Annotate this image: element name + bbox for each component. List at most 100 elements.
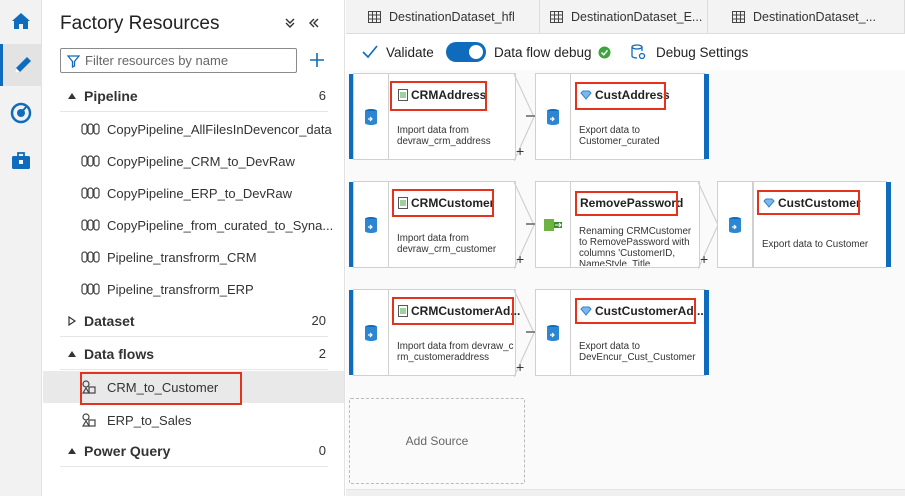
- success-check-icon: [598, 46, 611, 58]
- debug-label: Data flow debug: [494, 44, 592, 60]
- select-type-icon: [535, 181, 571, 268]
- validate-label: Validate: [386, 44, 434, 60]
- pipeline-item[interactable]: Pipeline_transfrorm_ERP: [43, 273, 344, 305]
- checkmark-icon: [362, 45, 378, 59]
- sink-type-icon: [535, 289, 571, 376]
- pipeline-icon: [81, 249, 103, 265]
- sink-type-icon: [717, 181, 753, 268]
- table-icon: [550, 11, 563, 23]
- section-count: 20: [311, 313, 326, 328]
- table-icon: [732, 11, 745, 23]
- node-description: Import data from devraw_crm_customeraddr…: [397, 341, 514, 363]
- item-label: CopyPipeline_ERP_to_DevRaw: [107, 185, 292, 201]
- plus-icon: [310, 53, 324, 67]
- section-label: Power Query: [84, 442, 171, 459]
- expanded-caret-icon: [60, 91, 84, 101]
- tab-label: DestinationDataset_hfl: [389, 10, 515, 24]
- section-dataset[interactable]: Dataset 20: [60, 305, 328, 337]
- left-rail: [0, 0, 42, 496]
- add-step-plus[interactable]: +: [516, 251, 524, 267]
- item-label: CopyPipeline_from_curated_to_Syna...: [107, 217, 334, 233]
- monitor-icon[interactable]: [0, 92, 42, 134]
- filter-placeholder: Filter resources by name: [85, 53, 229, 68]
- debug-settings-button[interactable]: Debug Settings: [630, 34, 748, 70]
- debug-settings-icon: [631, 44, 646, 60]
- item-label: Pipeline_transfrorm_ERP: [107, 281, 254, 297]
- pipeline-item[interactable]: CopyPipeline_from_curated_to_Syna...: [43, 209, 344, 241]
- source-type-icon: [353, 73, 389, 160]
- factory-resources-panel: Factory Resources Filter resources by na…: [43, 0, 345, 496]
- highlight-box: [392, 297, 514, 325]
- node-description: Import data from devraw_crm_address: [397, 125, 491, 147]
- node-description: Import data from devraw_crm_customer: [397, 233, 497, 255]
- pipeline-icon: [81, 185, 103, 201]
- section-data-flows[interactable]: Data flows 2: [60, 338, 328, 370]
- item-label: CopyPipeline_CRM_to_DevRaw: [107, 153, 295, 169]
- node-description: Renaming CRMCustomer to RemovePassword w…: [579, 226, 692, 266]
- pipeline-icon: [81, 281, 103, 297]
- highlight-box: [757, 190, 860, 215]
- section-count: 2: [318, 346, 326, 361]
- tab-destination-dataset[interactable]: DestinationDataset_...: [708, 0, 905, 34]
- dataflow-icon: [81, 412, 103, 428]
- tab-bar: DestinationDataset_hfl DestinationDatase…: [346, 0, 905, 34]
- add-step-plus[interactable]: +: [700, 251, 708, 267]
- section-label: Dataset: [84, 312, 135, 329]
- filter-resources-input[interactable]: Filter resources by name: [60, 48, 297, 73]
- add-step-plus[interactable]: +: [516, 359, 524, 375]
- section-pipeline[interactable]: Pipeline 6: [60, 80, 328, 112]
- table-icon: [368, 11, 381, 23]
- highlight-box: [392, 189, 494, 217]
- pipeline-item[interactable]: CopyPipeline_AllFilesInDevencor_data: [43, 113, 344, 145]
- sink-type-icon: [535, 73, 571, 160]
- author-icon[interactable]: [0, 44, 42, 86]
- section-power-query[interactable]: Power Query 0: [60, 435, 328, 467]
- toolbar: Validate Data flow debug Debug Settings: [346, 34, 905, 70]
- add-source-button[interactable]: Add Source: [349, 398, 525, 484]
- highlight-box: [575, 298, 696, 324]
- node-description: Export data to Customer: [762, 239, 869, 250]
- pipeline-icon: [81, 153, 103, 169]
- item-label: Pipeline_transfrorm_CRM: [107, 249, 257, 265]
- add-resource-button[interactable]: [305, 48, 329, 72]
- node-description: Export data to Customer_curated: [579, 125, 660, 147]
- pipeline-item[interactable]: Pipeline_transfrorm_CRM: [43, 241, 344, 273]
- horizontal-scrollbar[interactable]: [346, 489, 905, 496]
- pipeline-item[interactable]: CopyPipeline_ERP_to_DevRaw: [43, 177, 344, 209]
- item-label: CopyPipeline_AllFilesInDevencor_data: [107, 121, 332, 137]
- sink-accent-bar: [886, 182, 891, 267]
- collapse-panel-icon[interactable]: [305, 14, 323, 32]
- highlight-box: [575, 191, 678, 216]
- validate-button[interactable]: Validate: [362, 34, 434, 70]
- node-description: Export data to DevEncur_Cust_Customer: [579, 341, 696, 363]
- highlight-box: [390, 81, 487, 111]
- data-flow-debug-toggle[interactable]: Data flow debug: [446, 34, 611, 70]
- tab-label: DestinationDataset_...: [753, 10, 876, 24]
- source-type-icon: [353, 289, 389, 376]
- sink-accent-bar: [704, 290, 709, 375]
- pipeline-icon: [81, 121, 103, 137]
- add-step-plus[interactable]: +: [516, 143, 524, 159]
- source-type-icon: [353, 181, 389, 268]
- collapse-all-icon[interactable]: [281, 14, 299, 32]
- pipeline-icon: [81, 217, 103, 233]
- home-icon[interactable]: [0, 0, 42, 42]
- section-count: 6: [318, 88, 326, 103]
- debug-settings-label: Debug Settings: [656, 44, 749, 60]
- highlight-box: [575, 82, 666, 110]
- dataflow-item[interactable]: ERP_to_Sales: [43, 404, 344, 436]
- manage-icon[interactable]: [0, 140, 42, 182]
- toggle-switch[interactable]: [446, 42, 486, 62]
- tab-destination-dataset-e[interactable]: DestinationDataset_E...: [540, 0, 708, 34]
- highlight-box: [80, 372, 242, 405]
- panel-title: Factory Resources: [60, 13, 220, 34]
- collapsed-caret-icon: [60, 446, 84, 456]
- sink-accent-bar: [704, 74, 709, 159]
- pipeline-item[interactable]: CopyPipeline_CRM_to_DevRaw: [43, 145, 344, 177]
- item-label: ERP_to_Sales: [107, 412, 192, 428]
- expanded-caret-icon: [60, 349, 84, 359]
- section-label: Pipeline: [84, 87, 138, 104]
- collapsed-caret-icon: [60, 315, 84, 326]
- tab-destination-dataset-hfl[interactable]: DestinationDataset_hfl: [346, 0, 540, 34]
- section-label: Data flows: [84, 345, 155, 362]
